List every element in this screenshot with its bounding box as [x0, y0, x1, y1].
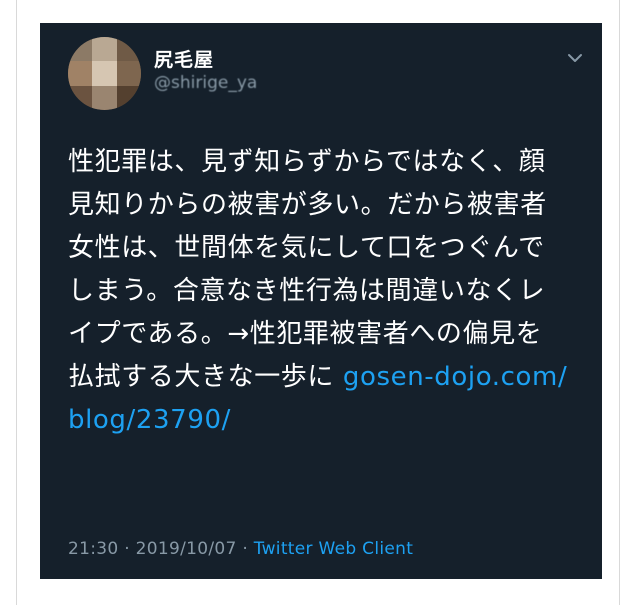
tweet-date[interactable]: 2019/10/07	[136, 539, 237, 559]
tweet-time[interactable]: 21:30	[68, 539, 119, 559]
tweet-body: 性犯罪は、見ず知らずからではなく、顔見知りからの被害が多い。だから被害者女性は、…	[68, 147, 547, 392]
tweet-client[interactable]: Twitter Web Client	[254, 539, 413, 559]
tweet-text: 性犯罪は、見ず知らずからではなく、顔見知りからの被害が多い。だから被害者女性は、…	[68, 141, 568, 442]
tweet-card[interactable]: 尻毛屋 @shirige_ya 性犯罪は、見ず知らずからではなく、顔見知りからの…	[40, 23, 602, 579]
meta-separator: ·	[118, 539, 136, 559]
meta-separator: ·	[236, 539, 254, 559]
avatar[interactable]	[68, 37, 141, 110]
user-handle[interactable]: @shirige_ya	[154, 73, 257, 93]
chevron-down-icon[interactable]	[564, 47, 586, 69]
display-name[interactable]: 尻毛屋	[154, 45, 214, 72]
tweet-meta: 21:30 · 2019/10/07 · Twitter Web Client	[68, 539, 413, 559]
